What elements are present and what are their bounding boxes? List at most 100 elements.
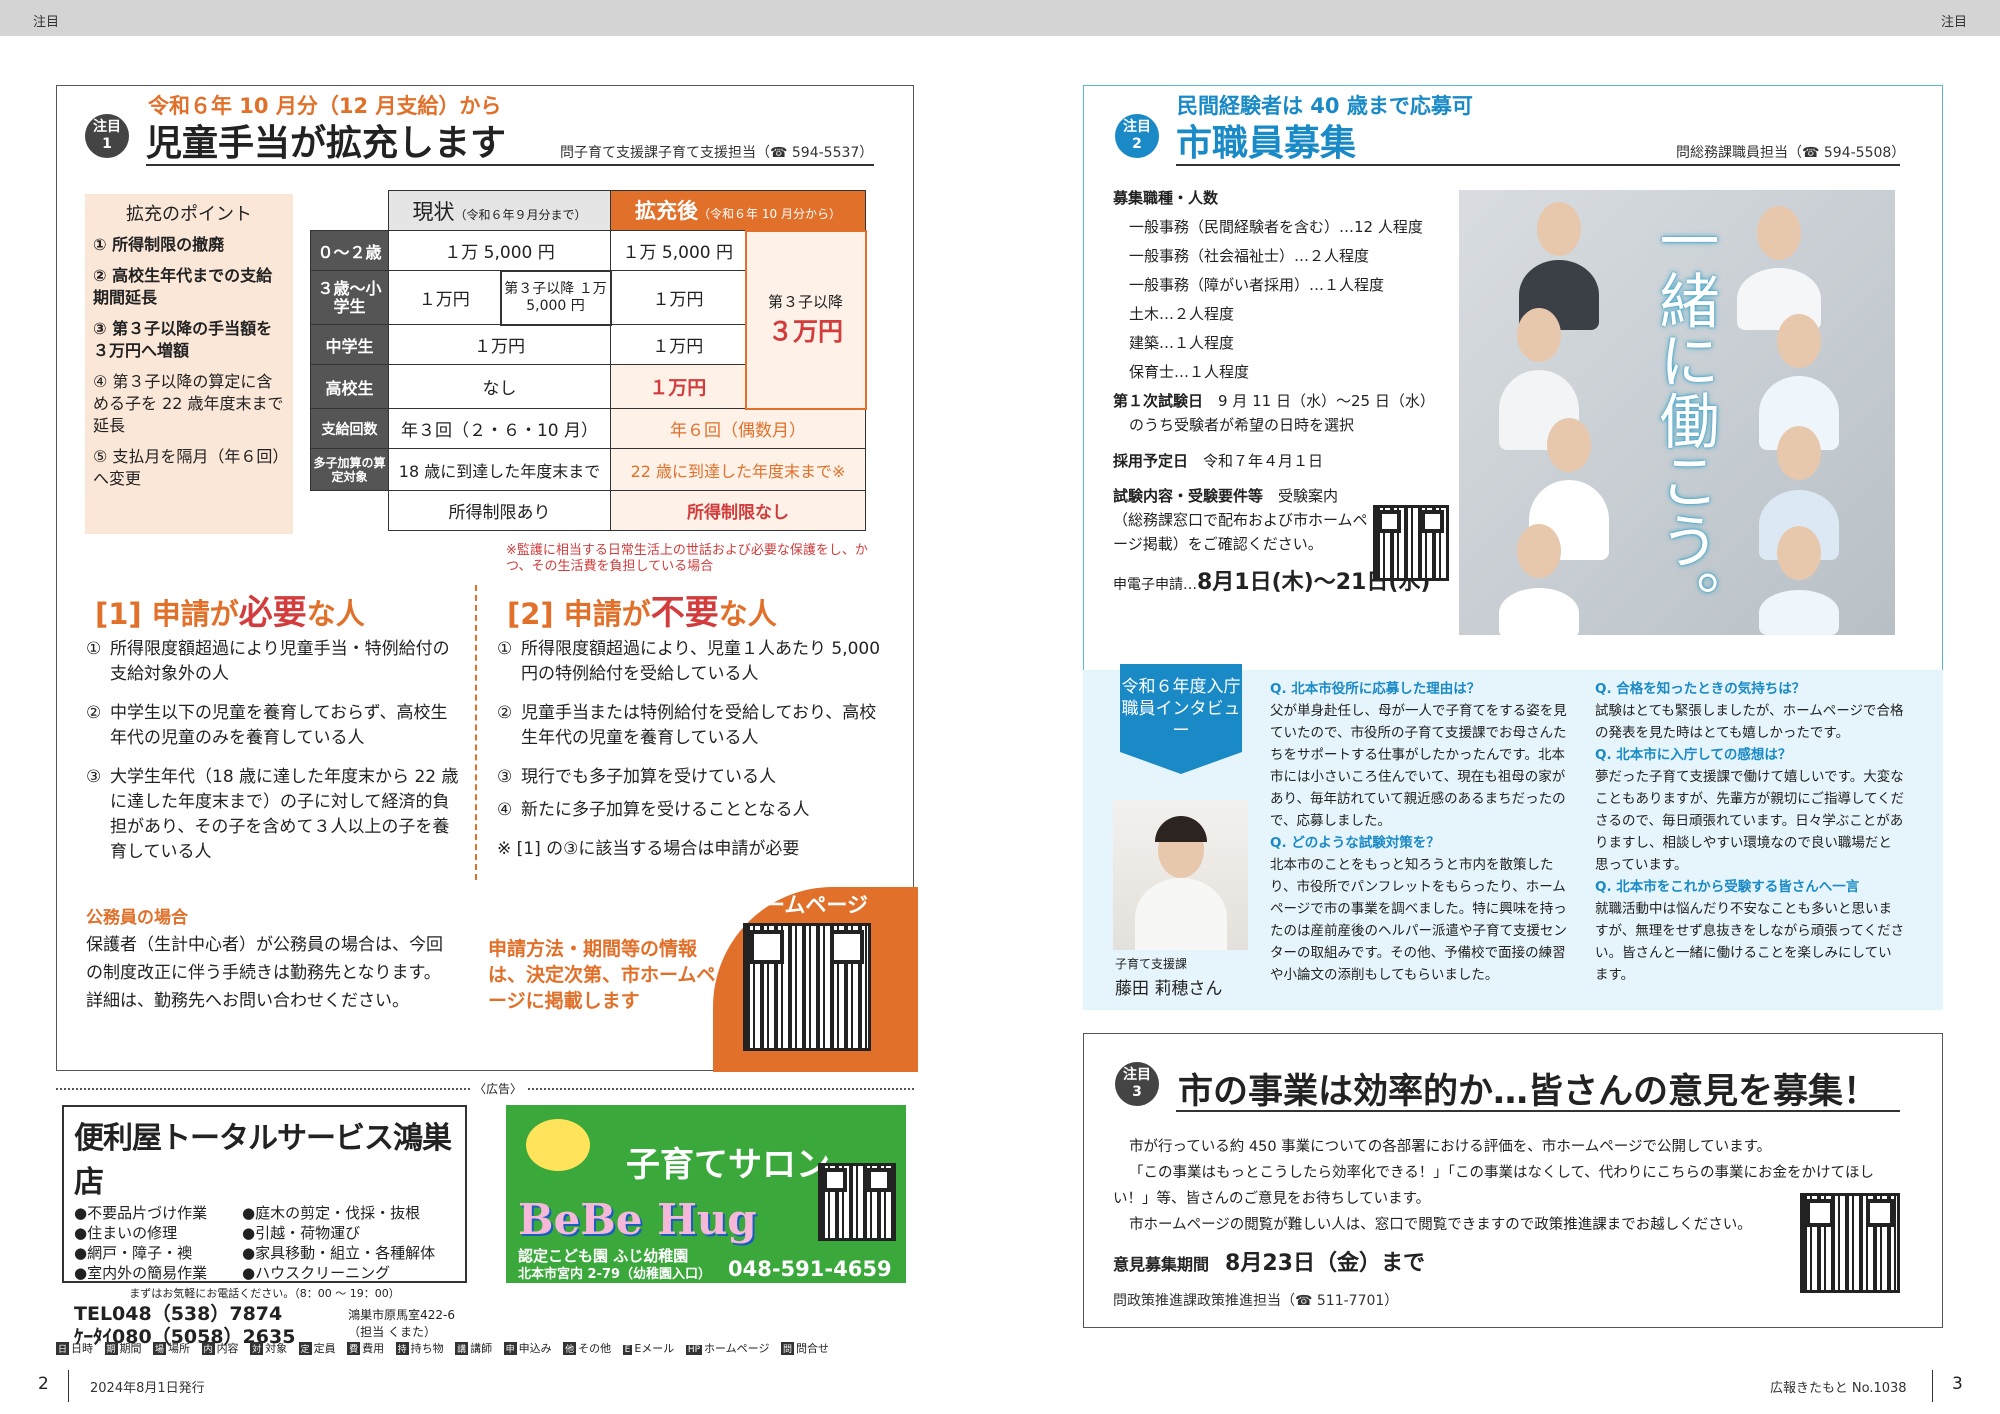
exam-date: 9 月 11 日（水）～25 日（水） — [1218, 392, 1435, 410]
ad-benriya: 便利屋トータルサービス鴻巣店 ●不要品片づけ作業 ●庭木の剪定・伐採・抜根 ●住ま… — [62, 1105, 467, 1348]
jobs-head: 募集職種・人数 — [1113, 189, 1219, 207]
point-1: ① 所得制限の撤廃 — [93, 235, 225, 254]
qa-column-2: Q. 合格を知ったときの気持ちは？ 試験はとても緊張しましたが、ホームページで合… — [1595, 678, 1905, 986]
ad-bebehug: 子育てサロン BeBe Hug 認定こども園 ふじ幼稚園 北本市宮内 2-79（… — [506, 1105, 906, 1283]
row-head: 高校生 — [310, 364, 389, 409]
notice3-rule — [1176, 1110, 1900, 1112]
page-number-right: 3 — [1952, 1374, 1963, 1394]
footer-date: 2024年8月1日発行 — [90, 1381, 205, 1396]
ad2-logo: BeBe Hug — [518, 1195, 757, 1244]
notice1-title: 児童手当が拡充します — [146, 123, 507, 164]
notice3-body: 市が行っている約 450 事業についての各部署における評価を、市ホームページで公… — [1113, 1134, 1903, 1238]
notice2-contact: 問総務課職員担当（☎ 594-5508） — [1676, 145, 1906, 161]
point-5: ⑤ 支払月を隔月（年６回）へ変更 — [93, 447, 281, 488]
header-right: 注目 — [1940, 15, 1967, 30]
slogan: 一緒に働こう。 — [1649, 210, 1719, 630]
row-head: 多子加算の算定対象 — [310, 448, 389, 491]
ad2-qr-code[interactable] — [818, 1163, 896, 1241]
page-number-left: 2 — [38, 1374, 49, 1394]
notice1-badge: 注目 1 — [85, 114, 129, 158]
sec1-list: ① 所得限度額超過により児童手当・特例給付の支給対象外の人 ② 中学生以下の児童を養… — [86, 637, 464, 879]
table-head-new: 拡充後（令和６年 10 月分から） — [610, 190, 866, 231]
cell-old: １万 5,000 円 — [388, 230, 611, 271]
qa-column-1: Q. 北本市役所に応募した理由は？ 父が単身赴任し、母が一人で子育てをする姿を見… — [1270, 678, 1575, 986]
sec2-heading: [2] 申請が不要な人 — [507, 593, 777, 633]
hp-qr-code[interactable] — [743, 923, 871, 1051]
ad1-hours: まずはお気軽にお電話ください。（8：00 ～ 19：00） — [129, 1287, 400, 1300]
list-item: 所得限度額超過により児童手当・特例給付の支給対象外の人 — [110, 639, 450, 684]
ad2-title: 子育てサロン — [626, 1145, 830, 1185]
cell-new: 年６回（偶数月） — [610, 408, 866, 449]
sec2-list: ① 所得限度額超過により、児童１人あたり 5,000 円の特例給付を受給している人… — [497, 637, 882, 862]
cell-old: １万円 — [388, 270, 501, 325]
notice1-rule — [146, 164, 874, 166]
ad1-tel: TEL048（538）7874 — [74, 1303, 283, 1325]
sun-icon — [526, 1119, 590, 1171]
cell-old-third: 第３子以降 １万 5,000 円 — [499, 269, 612, 326]
header-left: 注目 — [33, 15, 60, 30]
job-item: 土木…２人程度 — [1129, 305, 1235, 323]
cell-old: 所得制限あり — [388, 490, 611, 531]
public-heading: 公務員の場合 — [86, 908, 188, 928]
interview-ribbon: 令和６年度入庁職員インタビュー — [1120, 664, 1242, 774]
qa-question: Q. どのような試験対策を？ — [1270, 835, 1440, 851]
notice3-badge: 注目 3 — [1115, 1062, 1159, 1106]
cell-new: １万 5,000 円 — [610, 230, 746, 271]
row-head: 中学生 — [310, 324, 389, 365]
exam-head: 第１次試験日 — [1113, 392, 1204, 410]
qa-question: Q. 北本市役所に応募した理由は？ — [1270, 681, 1481, 697]
content-head: 試験内容・受験要件等 — [1113, 487, 1264, 505]
footer-rule-right — [1932, 1370, 1933, 1402]
list-item: 児童手当または特例給付を受給しており、高校生年代の児童を養育している人 — [521, 703, 877, 748]
row-head: 支給回数 — [310, 408, 389, 449]
top-bar: 注目 注目 — [0, 0, 2000, 36]
cell-old: 18 歳に到達した年度末まで — [388, 448, 611, 491]
period-row: 意見募集期間 8月23日（金）まで — [1113, 1245, 1425, 1277]
person-name: 藤田 莉穂さん — [1115, 979, 1223, 999]
recruit-qr-code[interactable] — [1373, 505, 1449, 581]
job-item: 建築…１人程度 — [1129, 334, 1235, 352]
notice3-p3: 市ホームページの閲覧が難しい人は、窓口で閲覧できますので政策推進課までお越しくだ… — [1129, 1217, 1752, 1233]
point-3: ③ 第３子以降の手当額を３万円へ増額 — [93, 319, 273, 360]
job-item: 保育士…１人程度 — [1129, 363, 1250, 381]
list-item: 新たに多子加算を受けることとなる人 — [521, 800, 810, 820]
list-item: 中学生以下の児童を養育しておらず、高校生年代の児童のみを養育している人 — [110, 703, 448, 748]
cell-new: １万円 — [610, 270, 746, 325]
job-item: 一般事務（社会福祉士）…２人程度 — [1129, 247, 1370, 265]
allowance-table: 現状（令和６年９月分まで） 拡充後（令和６年 10 月分から） ０～２歳 １万 … — [310, 190, 867, 531]
sec1-heading: [1] 申請が必要な人 — [95, 593, 365, 633]
third-child-cell: 第３子以降 ３万円 — [744, 229, 867, 410]
info-text: 申請方法・期間等の情報は、決定次第、市ホームページに掲載します — [488, 938, 716, 1012]
period-date: 8月23日（金）まで — [1225, 1251, 1425, 1276]
period-head: 意見募集期間 — [1113, 1255, 1210, 1274]
points-title: 拡充のポイント — [126, 204, 252, 225]
qa-answer: 夢だった子育て支援課で働けて嬉しいです。大変なこともありますが、先輩方が親切にご… — [1595, 769, 1905, 873]
job-item: 一般事務（民間経験者を含む）…12 人程度 — [1129, 218, 1423, 236]
ad1-person: （担当 くまた） — [348, 1325, 436, 1339]
person-dept: 子育て支援課 — [1115, 957, 1188, 971]
notice2-badge: 注目 2 — [1115, 114, 1159, 158]
notice1-contact: 問子育て支援課子育て支援担当（☎ 594-5537） — [560, 145, 874, 161]
interviewee-photo — [1113, 800, 1248, 950]
row-head: ０～２歳 — [310, 230, 389, 271]
list-item: 所得限度額超過により、児童１人あたり 5,000 円の特例給付を受給している人 — [521, 639, 881, 684]
ad2-addr: 北本市宮内 2-79（幼稚園入口） — [518, 1267, 712, 1282]
cell-new: 所得制限なし — [610, 490, 866, 531]
qa-answer: 父が単身赴任し、母が一人で子育てをする姿を見ていたので、市役所の子育て支援課でお… — [1270, 703, 1567, 829]
row-head: ３歳～小学生 — [310, 270, 389, 325]
notice2-title: 市職員募集 — [1176, 123, 1357, 164]
qa-question: Q. 合格を知ったときの気持ちは？ — [1595, 681, 1806, 697]
list-item: 大学生年代（18 歳に達した年度末から 22 歳に達した年度末まで）の子に対して… — [110, 767, 459, 862]
sec2-note: ※ [1] の③に該当する場合は申請が必要 — [497, 839, 800, 859]
ad1-name: 便利屋トータルサービス鴻巣店 — [74, 1121, 452, 1200]
footer-rule-left — [68, 1370, 69, 1402]
symbol-legend: 日日時 期期間 場場所 内内容 対対象 定定員 費費用 持持ち物 講講師 申申込… — [56, 1342, 829, 1355]
ad1-address: 鴻巣市原馬室422-6 — [348, 1308, 455, 1322]
public-text: 保護者（生計中心者）が公務員の場合は、今回の制度改正に伴う手続きは勤務先となりま… — [86, 935, 443, 1011]
apply-label: 申電子申請… — [1113, 577, 1197, 593]
qa-answer: 試験はとても緊張しましたが、ホームページで合格の発表を見た時はとても嬉しかったで… — [1595, 703, 1904, 741]
point-4: ④ 第３子以降の算定に含める子を 22 歳年度末まで延長 — [93, 372, 284, 435]
footer-issue: 広報きたもと No.1038 — [1770, 1381, 1907, 1396]
notice3-qr-code[interactable] — [1800, 1193, 1900, 1293]
qa-question: Q. 北本市をこれから受験する皆さんへ一言 — [1595, 879, 1860, 895]
